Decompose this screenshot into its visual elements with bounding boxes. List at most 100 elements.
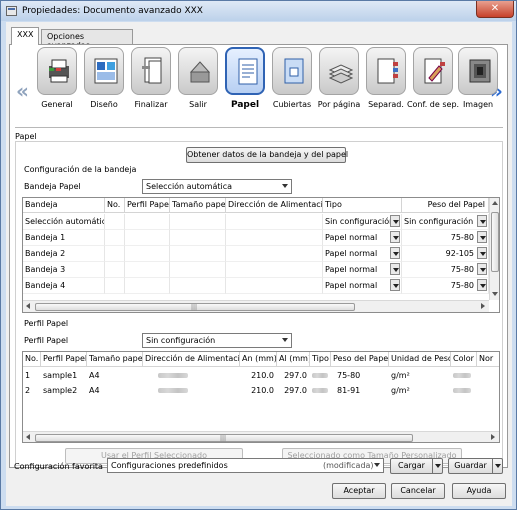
tab-xxx[interactable]: XXX (11, 27, 40, 45)
table-cell (125, 214, 170, 230)
favorites-select-value: Configuraciones predefinidos (111, 461, 228, 470)
title-bar: Propiedades: Documento avanzado XXX ✕ (1, 1, 516, 21)
weight-value: 75-80 (450, 281, 474, 290)
scroll-up-icon[interactable] (492, 201, 498, 205)
toolbar-item-cubiertas[interactable]: Cubiertas (270, 47, 314, 125)
tray-paper-select[interactable]: Selección automática (142, 179, 292, 194)
profile-col-header[interactable]: No. (23, 352, 41, 367)
table-cell: 297.0 (284, 386, 307, 395)
scroll-left-arrow-icon[interactable] (26, 434, 30, 440)
type-cell[interactable]: Papel normal (323, 262, 402, 278)
load-dropdown-icon[interactable] (432, 459, 443, 473)
profile-table: No. Perfil Papel Tamaño papel Dirección … (22, 351, 500, 443)
save-split-button[interactable]: Guardar (448, 458, 503, 474)
table-cell (105, 214, 125, 230)
table-cell (226, 262, 323, 278)
table-cell (170, 262, 226, 278)
toolbar-divider (15, 127, 503, 128)
redacted-cell (143, 383, 240, 399)
load-button[interactable]: Cargar (391, 459, 432, 473)
tray-table-hscroll[interactable]: ||| (23, 300, 489, 312)
layout-icon (84, 47, 124, 95)
weight-value: Sin configuración (404, 217, 474, 226)
profile-col-header[interactable]: Al (mm) (277, 352, 310, 367)
toolbar-item-finalizar[interactable]: Finalizar (129, 47, 173, 125)
profile-select[interactable]: Sin configuración (142, 333, 292, 348)
profile-col-header[interactable]: Peso del Papel (331, 352, 389, 367)
save-button[interactable]: Guardar (449, 459, 492, 473)
type-cell[interactable]: Papel normal (323, 230, 402, 246)
toolbar-item-diseno[interactable]: Diseño (82, 47, 126, 125)
favorites-select[interactable]: Configuraciones predefinidos (modificada… (107, 458, 384, 473)
tray-col-header[interactable]: Peso del Papel (402, 198, 489, 213)
profile-table-hscroll[interactable]: ||| (23, 431, 499, 442)
profile-col-header[interactable]: Unidad de Peso (389, 352, 451, 367)
save-dropdown-icon[interactable] (492, 459, 503, 473)
redacted-value (453, 373, 471, 378)
tray-col-header[interactable]: Tamaño papel (170, 198, 226, 213)
tray-col-header[interactable]: Dirección de Alimentación (226, 198, 323, 213)
chevron-down-icon[interactable] (390, 263, 400, 275)
weight-cell[interactable]: 75-80 (402, 278, 489, 294)
scroll-right-arrow-icon[interactable] (491, 434, 495, 440)
profile-col-header[interactable]: Dirección de Alimentación (143, 352, 240, 367)
table-cell: sample1 (43, 371, 78, 380)
tray-col-header[interactable]: Perfil Papel (125, 198, 170, 213)
profile-label: Perfil Papel (24, 336, 69, 345)
section-title-tray-config: Configuración de la bandeja (22, 165, 139, 174)
chevron-down-icon[interactable] (477, 263, 487, 275)
weight-cell[interactable]: 75-80 (402, 262, 489, 278)
chevron-down-icon (282, 338, 288, 342)
chevron-down-icon[interactable] (477, 215, 487, 227)
scrollbar-thumb[interactable]: ||| (35, 434, 413, 442)
profile-col-header[interactable]: Tamaño papel (87, 352, 143, 367)
chevron-down-icon[interactable] (390, 215, 400, 227)
get-tray-data-button[interactable]: Obtener datos de la bandeja y del papel (186, 147, 348, 163)
chevron-down-icon[interactable] (477, 279, 487, 291)
type-cell[interactable]: Papel normal (323, 246, 402, 262)
weight-cell[interactable]: 92-105 (402, 246, 489, 262)
toolbar-item-conf-sep[interactable]: Conf. de sep. (407, 47, 459, 125)
profile-col-header[interactable]: Color (451, 352, 477, 367)
scroll-left-icon[interactable]: « (16, 79, 29, 103)
tray-col-header[interactable]: Tipo (323, 198, 402, 213)
table-cell (170, 278, 226, 294)
profile-col-header[interactable]: Perfil Papel (41, 352, 87, 367)
profile-col-header[interactable]: An (mm) (240, 352, 277, 367)
close-button[interactable]: ✕ (476, 1, 514, 18)
toolbar-item-general[interactable]: General (35, 47, 79, 125)
redacted-value (158, 388, 188, 393)
chevron-down-icon[interactable] (477, 247, 487, 259)
scrollbar-thumb[interactable] (491, 212, 499, 272)
tray-table-vscroll[interactable] (489, 198, 499, 300)
table-cell (226, 214, 323, 230)
tray-col-header[interactable]: Bandeja (23, 198, 105, 213)
ok-button[interactable]: Aceptar (332, 483, 386, 499)
cover-icon (272, 47, 312, 95)
scroll-down-icon[interactable] (492, 292, 498, 296)
toolbar-item-por-pagina[interactable]: Por página (317, 47, 361, 125)
type-cell[interactable]: Papel normal (323, 278, 402, 294)
toolbar-item-papel[interactable]: Papel (223, 47, 267, 125)
tray-col-header[interactable]: No. (105, 198, 125, 213)
weight-cell[interactable]: Sin configuración (402, 214, 489, 230)
load-split-button[interactable]: Cargar (390, 458, 443, 474)
chevron-down-icon[interactable] (390, 279, 400, 291)
toolbar-item-imagen[interactable]: Imagen (456, 47, 500, 125)
chevron-down-icon[interactable] (477, 231, 487, 243)
cancel-button[interactable]: Cancelar (391, 483, 445, 499)
scrollbar-thumb[interactable]: ||| (35, 303, 355, 311)
chevron-down-icon[interactable] (390, 247, 400, 259)
table-cell: sample2 (43, 386, 78, 395)
toolbar-item-separad[interactable]: Separad. (364, 47, 408, 125)
chevron-down-icon[interactable] (390, 231, 400, 243)
scroll-left-arrow-icon[interactable] (26, 303, 30, 309)
help-button[interactable]: Ayuda (452, 483, 506, 499)
toolbar-item-salir[interactable]: Salir (176, 47, 220, 125)
profile-col-header[interactable]: Tipo (310, 352, 331, 367)
table-cell: Bandeja 2 (23, 246, 105, 262)
scroll-right-arrow-icon[interactable] (481, 303, 485, 309)
weight-cell[interactable]: 75-80 (402, 230, 489, 246)
profile-col-header[interactable]: Nor (477, 352, 499, 367)
type-cell[interactable]: Sin configuración (323, 214, 402, 230)
